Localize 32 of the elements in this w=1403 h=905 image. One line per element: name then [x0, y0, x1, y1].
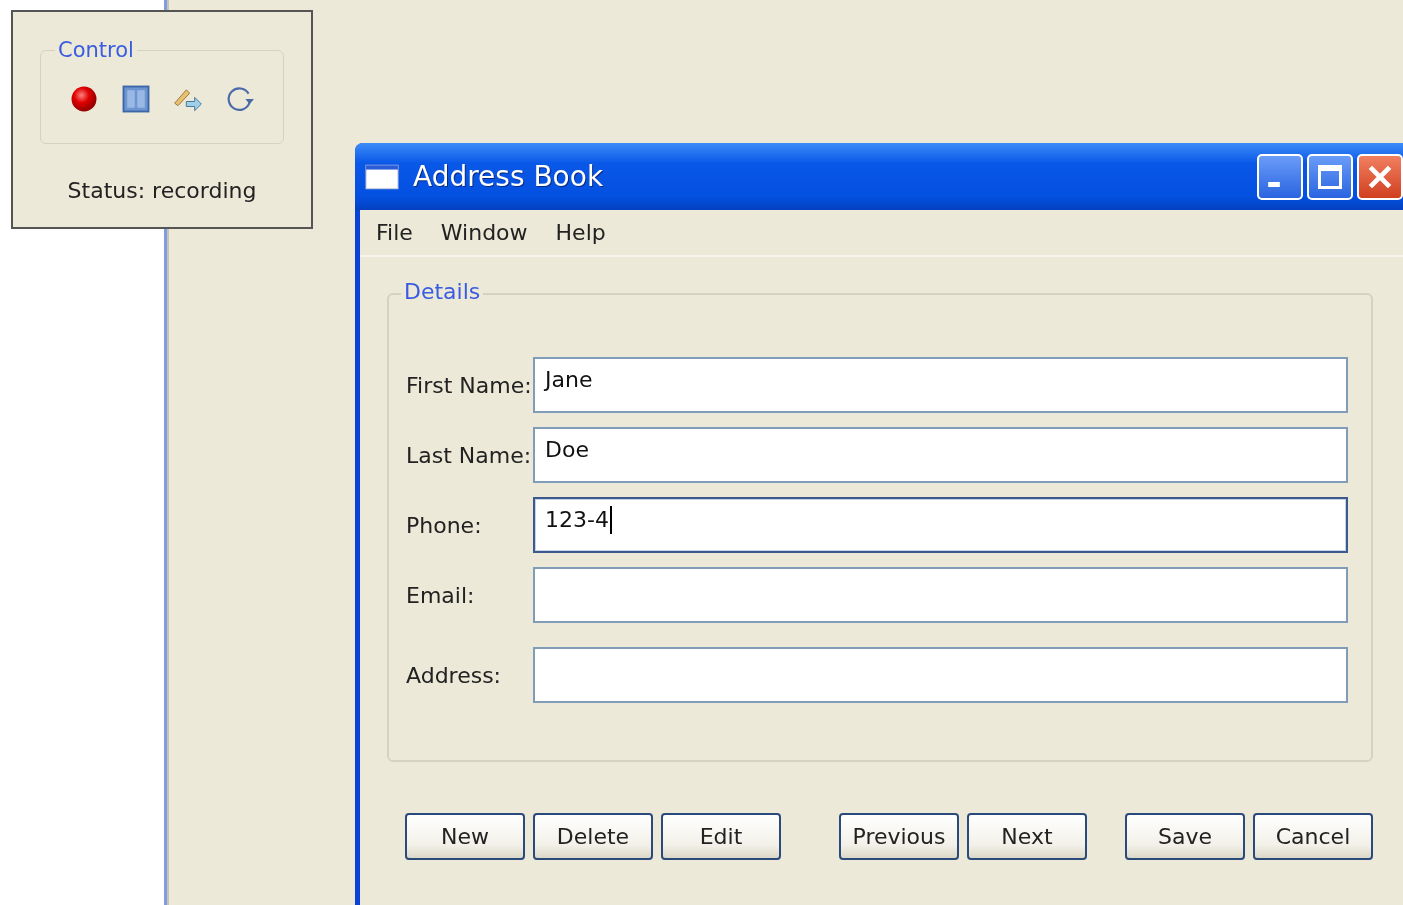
- input-field[interactable]: Doe: [533, 427, 1348, 483]
- maximize-button[interactable]: [1307, 153, 1353, 200]
- form-button[interactable]: Delete: [533, 813, 653, 860]
- form-button[interactable]: Next: [967, 813, 1087, 860]
- panel-icon[interactable]: [121, 84, 151, 114]
- minimize-button[interactable]: [1257, 153, 1303, 200]
- record-icon[interactable]: [69, 84, 99, 114]
- window-icon: [365, 163, 399, 190]
- input-field[interactable]: [533, 567, 1348, 623]
- input-field[interactable]: [533, 647, 1348, 703]
- field-label: Address:: [406, 662, 503, 688]
- status-text: Status: recording: [67, 178, 257, 203]
- form-button[interactable]: New: [405, 813, 525, 860]
- input-field[interactable]: Jane: [533, 357, 1348, 413]
- form-button[interactable]: Edit: [661, 813, 781, 860]
- input-field[interactable]: 123-4: [533, 497, 1348, 553]
- close-icon: [1368, 164, 1392, 189]
- form-button[interactable]: Cancel: [1253, 813, 1373, 860]
- close-button[interactable]: [1357, 153, 1403, 200]
- field-label: Phone:: [406, 512, 483, 538]
- form-button[interactable]: Previous: [839, 813, 959, 860]
- window-title: Address Book: [413, 160, 605, 193]
- maximize-icon: [1318, 164, 1342, 189]
- refresh-icon[interactable]: [225, 84, 255, 114]
- field-label: Email:: [406, 582, 476, 608]
- menu-item[interactable]: Help: [555, 220, 606, 245]
- menu-item[interactable]: Window: [440, 220, 528, 245]
- field-label: First Name:: [406, 372, 533, 398]
- menu-item[interactable]: File: [376, 220, 413, 245]
- form-button[interactable]: Save: [1125, 813, 1245, 860]
- field-label: Last Name:: [406, 442, 533, 468]
- minimize-icon: [1268, 182, 1280, 187]
